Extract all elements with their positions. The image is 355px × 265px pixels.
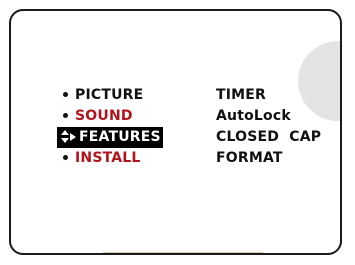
decorative-shadow [103,252,263,253]
bullet-icon [63,112,68,118]
submenu-item-timer[interactable]: TIMER [216,85,336,106]
submenu-item-format[interactable]: FORMAT [216,148,336,169]
menu-item-sound[interactable]: SOUND [47,106,165,127]
bullet-icon [63,91,68,97]
menu-item-label: SOUND [75,108,133,124]
menu-item-picture[interactable]: PICTURE [47,85,165,106]
submenu-item-label: AutoLock [216,108,291,124]
features-submenu: TIMER AutoLock CLOSED CAP FORMAT [216,85,336,169]
submenu-item-label: CLOSED CAP [216,129,322,145]
main-menu: PICTURE SOUND FEATURES INSTALL [47,85,165,169]
tv-osd-screen: PICTURE SOUND FEATURES INSTALL TIMER Aut… [9,9,342,255]
bullet-icon [63,154,68,160]
menu-item-label: FEATURES [79,129,161,145]
submenu-item-label: TIMER [216,87,267,103]
menu-item-label: INSTALL [75,150,141,166]
submenu-item-label: FORMAT [216,150,283,166]
menu-item-label: PICTURE [75,87,144,103]
submenu-item-closed-cap[interactable]: CLOSED CAP [216,127,336,148]
menu-item-install[interactable]: INSTALL [47,148,165,169]
updown-right-cursor-icon [59,127,76,148]
submenu-item-autolock[interactable]: AutoLock [216,106,336,127]
menu-item-features[interactable]: FEATURES [57,127,163,148]
